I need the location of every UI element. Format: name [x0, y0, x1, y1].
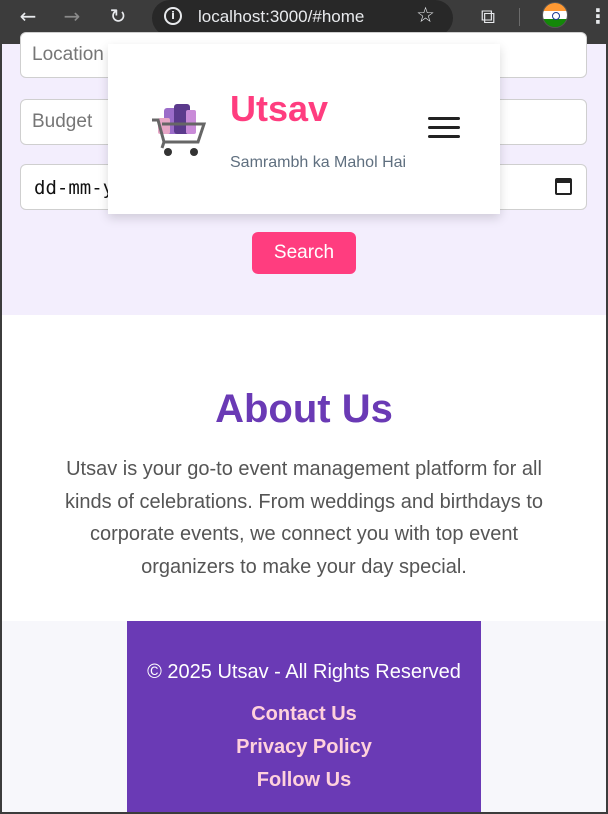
- date-placeholder: dd-mm-y: [34, 177, 115, 199]
- reload-icon[interactable]: ↻: [106, 4, 130, 28]
- footer-link-contact[interactable]: Contact Us: [127, 703, 481, 726]
- footer-link-privacy[interactable]: Privacy Policy: [127, 736, 481, 759]
- brand-tagline: Samrambh ka Mahol Hai: [230, 154, 407, 171]
- hamburger-menu-icon[interactable]: [428, 117, 462, 143]
- address-url[interactable]: localhost:3000/#home: [198, 7, 364, 27]
- shopping-cart-logo-icon: [152, 104, 207, 156]
- budget-placeholder: Budget: [32, 111, 93, 132]
- about-title: About Us: [215, 387, 393, 431]
- site-header: Utsav Samrambh ka Mahol Hai: [108, 44, 500, 214]
- address-bar[interactable]: i localhost:3000/#home ☆: [152, 0, 453, 36]
- bookmark-star-icon[interactable]: ☆: [416, 3, 435, 27]
- profile-avatar-icon[interactable]: [542, 2, 568, 28]
- brand-name[interactable]: Utsav: [230, 88, 328, 130]
- page: ← → ↻ i localhost:3000/#home ☆ ⧉ ⋮ Locat…: [0, 0, 608, 814]
- search-button[interactable]: Search: [252, 232, 356, 274]
- extensions-puzzle-icon[interactable]: ⧉: [476, 4, 500, 28]
- footer: © 2025 Utsav - All Rights Reserved Conta…: [127, 621, 481, 812]
- footer-copyright: © 2025 Utsav - All Rights Reserved: [147, 661, 461, 683]
- back-arrow-icon[interactable]: ←: [16, 4, 40, 28]
- about-section: About Us Utsav is your go-to event manag…: [2, 315, 606, 621]
- forward-arrow-icon[interactable]: →: [60, 4, 84, 28]
- calendar-icon[interactable]: [555, 178, 572, 195]
- toolbar-divider: [519, 8, 520, 26]
- about-body: Utsav is your go-to event management pla…: [64, 458, 544, 578]
- location-placeholder: Location: [32, 44, 104, 65]
- browser-menu-kebab-icon[interactable]: ⋮: [588, 4, 606, 28]
- footer-link-follow[interactable]: Follow Us: [127, 769, 481, 792]
- info-icon[interactable]: i: [164, 7, 182, 25]
